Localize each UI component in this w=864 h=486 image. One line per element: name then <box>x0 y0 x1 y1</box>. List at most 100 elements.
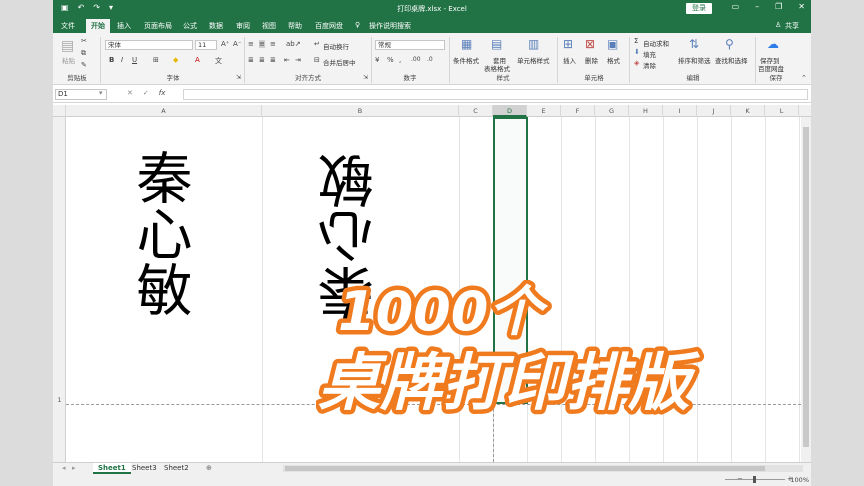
percent-icon[interactable]: % <box>387 56 394 64</box>
decrease-indent-icon[interactable]: ⇤ <box>284 56 290 64</box>
format-as-table-icon[interactable]: ▤ <box>491 37 502 51</box>
column-header-i[interactable]: I <box>663 105 697 117</box>
cell-styles-button[interactable]: 单元格样式 <box>517 55 550 65</box>
comma-icon[interactable]: , <box>399 56 401 64</box>
font-size-select[interactable]: 11 <box>195 40 217 50</box>
font-dialog-launcher-icon[interactable]: ⇲ <box>236 74 241 81</box>
align-bottom-icon[interactable]: ≡ <box>270 40 276 48</box>
baidu-netdisk-icon[interactable]: ☁ <box>767 37 779 51</box>
align-center-icon[interactable]: ≣ <box>259 56 265 64</box>
italic-button[interactable]: I <box>121 56 123 64</box>
insert-cells-icon[interactable]: ⊞ <box>563 37 573 51</box>
align-left-icon[interactable]: ≣ <box>248 56 254 64</box>
align-top-icon[interactable]: ≡ <box>248 40 254 48</box>
tab-help[interactable]: 帮助 <box>288 21 302 31</box>
insert-function-button[interactable]: fx <box>159 89 166 97</box>
tell-me-search[interactable]: 操作说明搜索 <box>369 21 411 31</box>
login-button[interactable]: 登录 <box>686 3 712 14</box>
number-format-select[interactable]: 常规 <box>375 40 445 50</box>
merge-center-icon[interactable]: ⊟ <box>314 56 320 64</box>
tab-file[interactable]: 文件 <box>61 21 75 31</box>
fill-color-icon[interactable]: ◆ <box>173 56 178 64</box>
format-cells-button[interactable]: 格式 <box>607 55 620 65</box>
paste-icon[interactable]: ▤ <box>61 38 74 54</box>
vertical-scrollbar[interactable] <box>801 117 811 462</box>
column-header-j[interactable]: J <box>697 105 731 117</box>
format-painter-icon[interactable]: ✎ <box>81 61 87 69</box>
enter-icon[interactable]: ✓ <box>143 89 149 97</box>
border-icon[interactable]: ⊞ <box>153 56 159 64</box>
increase-decimal-icon[interactable]: .00 <box>411 56 421 63</box>
zoom-slider-knob[interactable] <box>753 476 756 483</box>
paste-button[interactable]: 粘贴 <box>62 55 75 65</box>
ribbon-display-icon[interactable]: ▭ <box>732 2 740 11</box>
name-box-dropdown-icon[interactable]: ▾ <box>99 89 103 97</box>
sheet-nav-next-icon[interactable]: ▸ <box>67 463 81 474</box>
tab-review[interactable]: 审阅 <box>236 21 250 31</box>
phonetic-icon[interactable]: 文 <box>215 56 222 66</box>
find-select-icon[interactable]: ⚲ <box>725 37 734 51</box>
close-icon[interactable]: ✕ <box>798 2 805 11</box>
align-right-icon[interactable]: ≣ <box>270 56 276 64</box>
delete-cells-icon[interactable]: ⊠ <box>585 37 595 51</box>
minimize-icon[interactable]: – <box>755 2 759 11</box>
horizontal-scroll-thumb[interactable] <box>285 466 765 471</box>
conditional-format-button[interactable]: 条件格式 <box>453 55 479 65</box>
sheet-tab-sheet1[interactable]: Sheet1 <box>93 463 131 474</box>
share-icon[interactable]: ♙ <box>775 21 781 29</box>
row-header-1[interactable]: 1 <box>53 396 66 404</box>
column-header-c[interactable]: C <box>459 105 493 117</box>
column-header-k[interactable]: K <box>731 105 765 117</box>
font-name-select[interactable]: 宋体 <box>105 40 193 50</box>
share-button[interactable]: 共享 <box>785 21 799 31</box>
formula-input[interactable] <box>183 89 808 100</box>
cell-styles-icon[interactable]: ▥ <box>528 37 539 51</box>
merge-center-button[interactable]: 合并后居中 <box>323 57 356 67</box>
tab-formulas[interactable]: 公式 <box>183 21 197 31</box>
font-color-icon[interactable]: A <box>195 56 200 64</box>
fill-icon[interactable]: ⬇ <box>634 48 640 56</box>
copy-icon[interactable]: ⧉ <box>81 49 86 58</box>
add-sheet-icon[interactable]: ⊕ <box>201 463 217 474</box>
tab-page-layout[interactable]: 页面布局 <box>144 21 172 31</box>
autosum-icon[interactable]: Σ <box>634 37 638 45</box>
currency-icon[interactable]: ¥ <box>375 56 379 64</box>
column-header-d[interactable]: D <box>493 105 527 117</box>
column-header-a[interactable]: A <box>66 105 262 117</box>
sort-filter-button[interactable]: 排序和筛选 <box>678 55 711 65</box>
select-all-corner[interactable] <box>53 105 66 117</box>
conditional-format-icon[interactable]: ▦ <box>461 37 472 51</box>
wrap-text-button[interactable]: 自动换行 <box>323 41 349 51</box>
alignment-dialog-launcher-icon[interactable]: ⇲ <box>363 74 368 81</box>
delete-cells-button[interactable]: 删除 <box>585 55 598 65</box>
insert-cells-button[interactable]: 插入 <box>563 55 576 65</box>
horizontal-scrollbar[interactable] <box>283 465 803 472</box>
sheet-tab-sheet3[interactable]: Sheet3 <box>127 463 162 474</box>
column-header-b[interactable]: B <box>262 105 459 117</box>
autosum-button[interactable]: 自动求和 <box>643 38 669 48</box>
vertical-scroll-thumb[interactable] <box>803 127 809 447</box>
bold-button[interactable]: B <box>109 56 114 64</box>
column-header-l[interactable]: L <box>765 105 799 117</box>
column-header-f[interactable]: F <box>561 105 595 117</box>
clear-button[interactable]: 清除 <box>643 60 656 70</box>
increase-indent-icon[interactable]: ⇥ <box>295 56 301 64</box>
tab-baidu-netdisk[interactable]: 百度网盘 <box>315 21 343 31</box>
cancel-icon[interactable]: ✕ <box>127 89 133 97</box>
collapse-ribbon-icon[interactable]: ⌃ <box>801 74 807 82</box>
tab-home[interactable]: 开始 <box>86 19 110 33</box>
find-select-button[interactable]: 查找和选择 <box>715 55 748 65</box>
column-header-g[interactable]: G <box>595 105 629 117</box>
sort-filter-icon[interactable]: ⇅ <box>689 37 699 51</box>
sheet-tab-sheet2[interactable]: Sheet2 <box>159 463 194 474</box>
format-cells-icon[interactable]: ▣ <box>607 37 618 51</box>
fill-button[interactable]: 填充 <box>643 49 656 59</box>
cut-icon[interactable]: ✂ <box>81 37 87 45</box>
decrease-decimal-icon[interactable]: .0 <box>427 56 433 63</box>
tab-insert[interactable]: 插入 <box>117 21 131 31</box>
tab-view[interactable]: 视图 <box>262 21 276 31</box>
tab-data[interactable]: 数据 <box>209 21 223 31</box>
zoom-slider[interactable] <box>725 476 785 483</box>
restore-icon[interactable]: ❐ <box>775 2 782 11</box>
orientation-icon[interactable]: ab↗ <box>286 40 301 48</box>
